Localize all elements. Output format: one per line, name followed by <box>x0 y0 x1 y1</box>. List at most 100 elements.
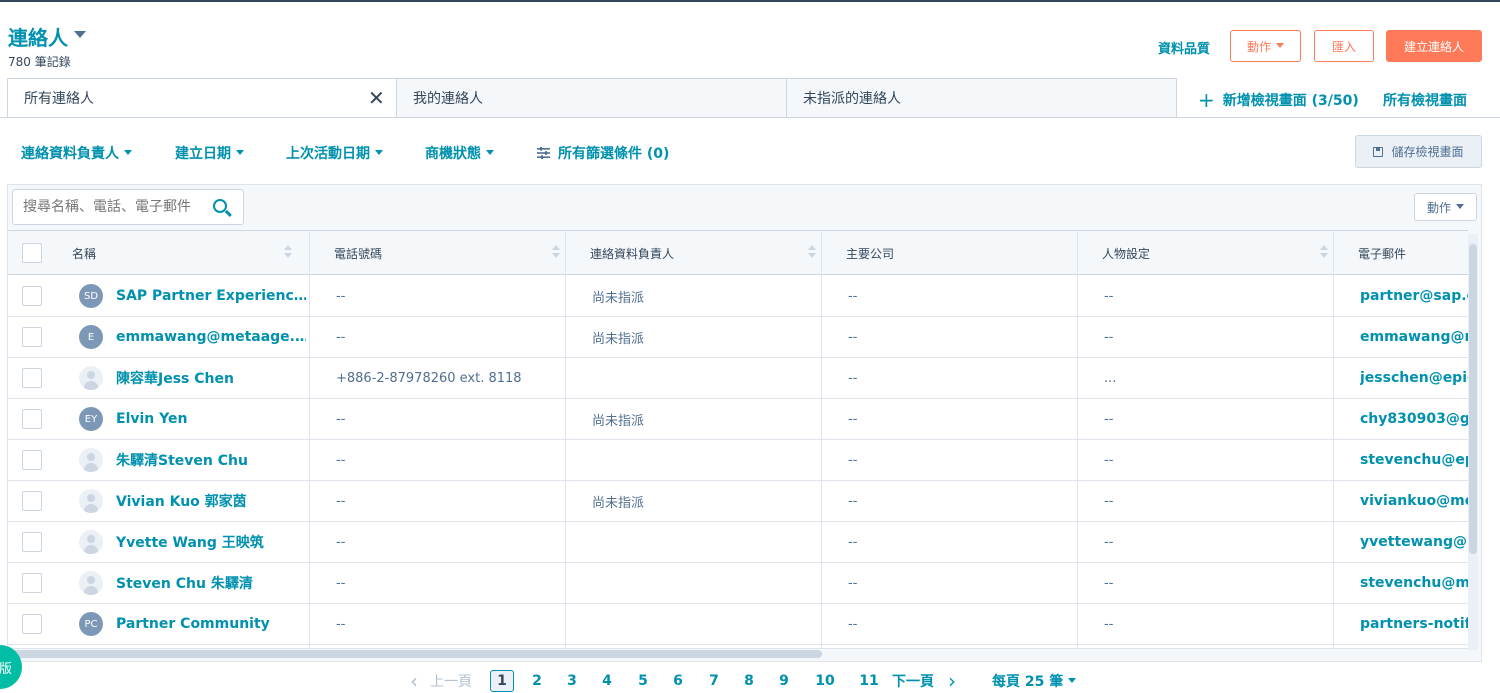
persona-cell: -- <box>1104 493 1114 509</box>
column-header-email[interactable]: 電子郵件 <box>1346 231 1468 275</box>
column-header-name[interactable]: 名稱 <box>60 231 310 275</box>
table-row[interactable]: Steven Chu 朱驛清 -- -- -- stevenchu@meta <box>8 563 1468 604</box>
all-views-link[interactable]: 所有檢視畫面 <box>1383 90 1467 110</box>
email-link[interactable]: stevenchu@meta <box>1360 575 1468 591</box>
phone-cell: -- <box>336 534 346 550</box>
filter-created-date[interactable]: 建立日期 <box>175 143 244 163</box>
email-link[interactable]: viviankuo@meta <box>1360 493 1468 509</box>
avatar: PC <box>79 612 103 636</box>
search-icon[interactable] <box>213 199 227 213</box>
row-checkbox[interactable] <box>22 573 42 593</box>
create-contact-button[interactable]: 建立連絡人 <box>1386 30 1482 62</box>
page-5[interactable]: 5 <box>631 670 655 692</box>
chevron-down-icon <box>74 31 86 38</box>
prev-page-label: 上一頁 <box>430 674 472 690</box>
contact-name-link-wrap: Yvette Wang 王映筑 <box>116 522 306 562</box>
filter-lead-status[interactable]: 商機狀態 <box>425 143 494 163</box>
tab-my-contacts[interactable]: 我的連絡人 <box>396 78 787 118</box>
horizontal-scrollbar-thumb[interactable] <box>10 650 822 658</box>
close-icon[interactable]: ✕ <box>368 88 385 108</box>
row-checkbox[interactable] <box>22 409 42 429</box>
table-row[interactable]: 陳容華Jess Chen +886-2-87978260 ext. 8118 --.… <box>8 358 1468 399</box>
column-label: 主要公司 <box>846 246 895 261</box>
contact-name-link[interactable]: Vivian Kuo 郭家茵 <box>116 491 247 511</box>
table-actions-button[interactable]: 動作 <box>1414 193 1477 221</box>
page-3[interactable]: 3 <box>560 670 584 692</box>
persona-cell-wrap: -- <box>1104 522 1329 562</box>
vertical-scrollbar-thumb[interactable] <box>1469 244 1477 554</box>
contact-name-link-wrap: Partner Community <box>116 604 306 644</box>
table-row[interactable]: Eemmawang@metaage.… -- 尚未指派 -- -- emmawang@me <box>8 317 1468 358</box>
next-page-button[interactable]: 下一頁 › <box>892 670 972 692</box>
page-9[interactable]: 9 <box>772 670 796 692</box>
email-link[interactable]: partners-notif@s <box>1360 616 1468 632</box>
contact-name-link-wrap: 陳容華Jess Chen <box>116 358 306 398</box>
sort-icon[interactable] <box>552 245 560 259</box>
data-quality-link[interactable]: 資料品質 <box>1158 38 1210 57</box>
all-filters-button[interactable]: 所有篩選條件 (0) <box>537 143 669 163</box>
table-row[interactable]: SD SAP Partner Experienc… -- 尚未指派 -- -- partne… <box>8 276 1468 317</box>
row-checkbox[interactable] <box>22 614 42 634</box>
add-view-button[interactable]: + 新增檢視畫面 (3/50) <box>1198 90 1359 110</box>
contact-name-link[interactable]: 陳容華Jess Chen <box>116 368 234 388</box>
page-4[interactable]: 4 <box>595 670 619 692</box>
title-dropdown[interactable]: 連絡人 <box>8 22 86 51</box>
column-header-phone[interactable]: 電話號碼 <box>322 231 578 275</box>
contact-name-link[interactable]: emmawang@metaage.… <box>116 329 306 345</box>
select-all-checkbox[interactable] <box>22 243 42 263</box>
phone-cell: -- <box>336 411 346 427</box>
sort-icon[interactable] <box>808 245 816 259</box>
contact-name-link[interactable]: Elvin Yen <box>116 411 187 427</box>
save-view-button[interactable]: 儲存檢視畫面 <box>1355 135 1482 168</box>
table-row[interactable]: PC Partner Community -- -- -- partners-notif@… <box>8 604 1468 645</box>
row-checkbox[interactable] <box>22 286 42 306</box>
page-11[interactable]: 11 <box>854 670 884 692</box>
page-8[interactable]: 8 <box>737 670 761 692</box>
search-box[interactable] <box>12 189 244 225</box>
persona-cell-wrap: -- <box>1104 317 1329 357</box>
email-link[interactable]: partner@sap.cor <box>1360 288 1468 304</box>
persona-cell-wrap: ... <box>1104 358 1329 398</box>
actions-button[interactable]: 動作 <box>1230 30 1301 62</box>
per-page-select[interactable]: 每頁 25 筆 <box>992 670 1082 692</box>
tab-unassigned-contacts[interactable]: 未指派的連絡人 <box>786 78 1177 118</box>
table-row[interactable]: Vivian Kuo 郭家茵 -- 尚未指派 -- -- viviankuo@meta <box>8 481 1468 522</box>
row-checkbox[interactable] <box>22 532 42 552</box>
page-10[interactable]: 10 <box>810 670 840 692</box>
column-header-owner[interactable]: 連絡資料負責人 <box>578 231 834 275</box>
contact-name-link[interactable]: Yvette Wang 王映筑 <box>116 532 264 552</box>
prev-page-button[interactable]: ‹ 上一頁 <box>410 670 490 692</box>
email-link[interactable]: jesschen@epiclo <box>1360 370 1468 386</box>
table-row[interactable]: 朱驛清Steven Chu -- -- -- stevenchu@epic <box>8 440 1468 481</box>
email-link-wrap: partners-notif@s <box>1360 604 1468 644</box>
row-checkbox[interactable] <box>22 368 42 388</box>
filter-owner[interactable]: 連絡資料負責人 <box>21 143 132 163</box>
column-header-company[interactable]: 主要公司 <box>834 231 1090 275</box>
row-checkbox[interactable] <box>22 327 42 347</box>
email-link[interactable]: stevenchu@epic <box>1360 452 1468 468</box>
contact-name-link[interactable]: SAP Partner Experienc… <box>116 288 306 304</box>
page-1[interactable]: 1 <box>490 670 514 692</box>
tab-all-contacts[interactable]: 所有連絡人 ✕ <box>7 78 397 118</box>
row-checkbox[interactable] <box>22 491 42 511</box>
persona-cell-wrap: -- <box>1104 481 1329 521</box>
filter-last-activity[interactable]: 上次活動日期 <box>286 143 383 163</box>
email-link[interactable]: chy830903@gm <box>1360 411 1468 427</box>
table-row[interactable]: Yvette Wang 王映筑 -- -- -- yvettewang@me <box>8 522 1468 563</box>
contact-name-link[interactable]: 朱驛清Steven Chu <box>116 450 248 470</box>
column-header-persona[interactable]: 人物設定 <box>1090 231 1346 275</box>
page-6[interactable]: 6 <box>666 670 690 692</box>
import-button[interactable]: 匯入 <box>1314 30 1374 62</box>
row-checkbox[interactable] <box>22 450 42 470</box>
search-input[interactable] <box>23 197 201 217</box>
page-2[interactable]: 2 <box>525 670 549 692</box>
sort-icon[interactable] <box>1320 245 1328 259</box>
contact-name-link[interactable]: Steven Chu 朱驛清 <box>116 573 253 593</box>
table-row[interactable]: EY Elvin Yen -- 尚未指派 -- -- chy830903@gm <box>8 399 1468 440</box>
email-link[interactable]: yvettewang@me <box>1360 534 1468 550</box>
contact-name-link[interactable]: Partner Community <box>116 616 270 632</box>
email-link[interactable]: emmawang@me <box>1360 329 1468 345</box>
page-7[interactable]: 7 <box>702 670 726 692</box>
sort-icon[interactable] <box>284 245 292 259</box>
person-avatar-icon <box>79 489 103 513</box>
